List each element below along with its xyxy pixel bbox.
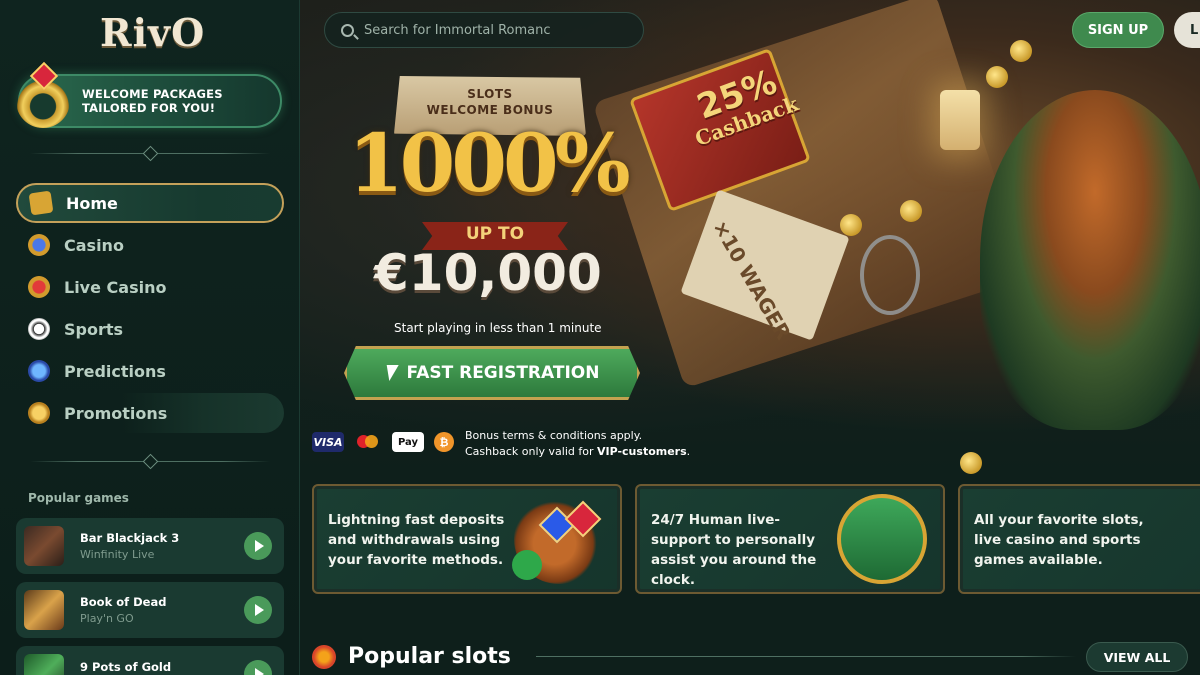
crystal-ball-icon bbox=[28, 360, 50, 382]
payment-methods: VISA Pay ₿ bbox=[312, 432, 454, 452]
welcome-banner-text: WELCOME PACKAGES TAILORED FOR YOU! bbox=[82, 87, 223, 115]
coin-icon bbox=[986, 66, 1008, 88]
game-info: Book of Dead Play'n GO bbox=[80, 595, 244, 625]
bitcoin-icon: ₿ bbox=[434, 432, 454, 452]
game-provider: Play'n GO bbox=[80, 612, 134, 625]
bonus-percent: 1000% bbox=[348, 116, 631, 210]
bonus-sign-text: SLOTS WELCOME BONUS bbox=[394, 86, 586, 118]
terms-line-2: Cashback only valid for VIP-customers. bbox=[465, 444, 690, 460]
live-gem-icon bbox=[28, 276, 50, 298]
visa-icon: VISA bbox=[312, 432, 344, 452]
logo[interactable]: RivO bbox=[100, 10, 205, 55]
play-icon[interactable] bbox=[244, 596, 272, 624]
up-to-text: UP TO bbox=[465, 224, 525, 244]
terms-line-1: Bonus terms & conditions apply. bbox=[465, 429, 643, 442]
feature-text: 24/7 Human live-support to personally as… bbox=[651, 512, 817, 588]
sidebar-divider bbox=[30, 147, 270, 159]
search-icon bbox=[341, 23, 354, 37]
game-title: 9 Pots of Gold bbox=[80, 660, 172, 674]
sidebar-item-home[interactable]: Home bbox=[16, 183, 284, 223]
coin-icon bbox=[900, 200, 922, 222]
game-info: Bar Blackjack 3 Winfinity Live bbox=[80, 531, 244, 561]
game-title: Bar Blackjack 3 bbox=[80, 531, 180, 545]
sidebar-item-label: Live Casino bbox=[64, 277, 167, 297]
sidebar-item-predictions[interactable]: Predictions bbox=[16, 351, 284, 391]
sidebar-divider bbox=[30, 455, 270, 467]
view-all-button[interactable]: VIEW ALL bbox=[1086, 642, 1188, 672]
search-input[interactable] bbox=[364, 22, 624, 38]
sidebar-item-live-casino[interactable]: Live Casino bbox=[16, 267, 284, 307]
sidebar-item-label: Promotions bbox=[64, 403, 168, 423]
feature-text: Lightning fast deposits and withdrawals … bbox=[328, 512, 505, 568]
bonus-terms: Bonus terms & conditions apply. Cashback… bbox=[465, 428, 690, 460]
game-thumbnail bbox=[24, 526, 64, 566]
lightning-bolt-icon bbox=[382, 365, 399, 381]
sidebar-item-label: Sports bbox=[64, 319, 124, 339]
play-icon[interactable] bbox=[244, 532, 272, 560]
keys-art bbox=[860, 235, 920, 315]
ruby-gem-icon bbox=[564, 500, 602, 538]
welcome-line-2: TAILORED FOR YOU! bbox=[82, 101, 216, 115]
support-shield-icon bbox=[837, 494, 927, 584]
sidebar: RivO WELCOME PACKAGES TAILORED FOR YOU! … bbox=[0, 0, 300, 675]
game-card[interactable]: Book of Dead Play'n GO bbox=[16, 582, 284, 638]
treasure-bag-icon bbox=[512, 494, 604, 584]
sidebar-item-label: Casino bbox=[64, 235, 124, 255]
sidebar-item-label: Home bbox=[66, 193, 118, 213]
apple-pay-icon: Pay bbox=[392, 432, 424, 452]
welcome-packages-banner[interactable]: WELCOME PACKAGES TAILORED FOR YOU! bbox=[16, 61, 282, 128]
soccer-ball-icon bbox=[28, 318, 50, 340]
feature-card-games: All your favorite slots, live casino and… bbox=[958, 484, 1200, 594]
feature-card-support: 24/7 Human live-support to personally as… bbox=[635, 484, 945, 594]
feature-card-deposits: Lightning fast deposits and withdrawals … bbox=[312, 484, 622, 594]
hero-banner: 25% Cashback ×10 WAGER SLOTS WELCOME BON… bbox=[300, 0, 1200, 480]
terms-line-2-prefix: Cashback only valid for bbox=[465, 445, 597, 458]
crown-coin-icon bbox=[28, 402, 50, 424]
section-divider bbox=[536, 656, 1076, 657]
feature-text: All your favorite slots, live casino and… bbox=[974, 512, 1144, 568]
game-title: Book of Dead bbox=[80, 595, 167, 609]
main-content: 25% Cashback ×10 WAGER SLOTS WELCOME BON… bbox=[300, 0, 1200, 675]
bonus-amount: €10,000 bbox=[374, 244, 602, 302]
sidebar-item-casino[interactable]: Casino bbox=[16, 225, 284, 265]
treasure-map-icon bbox=[28, 190, 54, 216]
game-info: 9 Pots of Gold bbox=[80, 660, 244, 674]
candle-art bbox=[940, 90, 980, 150]
popular-slots-title: Popular slots bbox=[348, 644, 511, 669]
game-card[interactable]: 9 Pots of Gold bbox=[16, 646, 284, 675]
search-bar[interactable] bbox=[324, 12, 644, 48]
game-thumbnail bbox=[24, 654, 64, 675]
coin-icon bbox=[1010, 40, 1032, 62]
coin-icon bbox=[840, 214, 862, 236]
start-playing-text: Start playing in less than 1 minute bbox=[394, 321, 602, 335]
emerald-gem-icon bbox=[512, 550, 542, 580]
popular-games-label: Popular games bbox=[28, 491, 129, 505]
mastercard-icon bbox=[354, 432, 382, 452]
vip-customers-text: VIP-customers bbox=[597, 445, 687, 458]
sidebar-item-promotions[interactable]: Promotions bbox=[16, 393, 284, 433]
fox-character-art bbox=[980, 90, 1200, 430]
sign-line-1: SLOTS bbox=[467, 87, 513, 101]
game-thumbnail bbox=[24, 590, 64, 630]
sidebar-nav: Home Casino Live Casino Sports Predictio… bbox=[16, 183, 284, 435]
sign-up-button[interactable]: SIGN UP bbox=[1072, 12, 1164, 48]
fast-registration-label: FAST REGISTRATION bbox=[406, 363, 600, 383]
terms-line-2-suffix: . bbox=[686, 445, 691, 458]
flame-icon bbox=[312, 645, 336, 669]
play-icon[interactable] bbox=[244, 660, 272, 675]
sidebar-item-sports[interactable]: Sports bbox=[16, 309, 284, 349]
fast-registration-button[interactable]: FAST REGISTRATION bbox=[344, 346, 640, 400]
casino-gem-icon bbox=[28, 234, 50, 256]
sidebar-item-label: Predictions bbox=[64, 361, 166, 381]
coin-icon bbox=[960, 452, 982, 474]
game-card[interactable]: Bar Blackjack 3 Winfinity Live bbox=[16, 518, 284, 574]
game-provider: Winfinity Live bbox=[80, 548, 155, 561]
welcome-line-1: WELCOME PACKAGES bbox=[82, 87, 223, 101]
